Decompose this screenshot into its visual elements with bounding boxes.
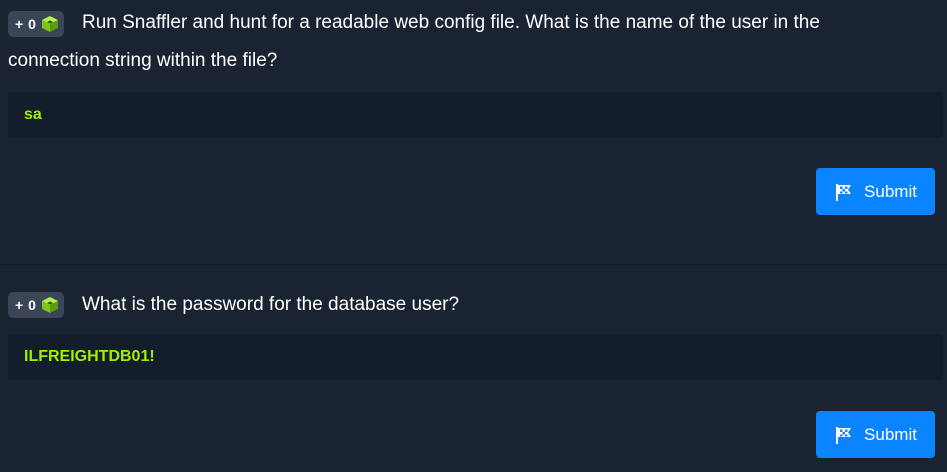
question-card-1: + 0 Run Snaffler and hunt for a readable… bbox=[0, 0, 947, 264]
submit-button-label: Submit bbox=[864, 424, 917, 444]
submit-button[interactable]: Submit bbox=[816, 168, 935, 215]
points-badge-label: + 0 bbox=[15, 297, 37, 313]
question-text: What is the password for the database us… bbox=[82, 294, 460, 315]
answer-field[interactable]: sa bbox=[8, 92, 943, 138]
question-card-2: + 0 What is the password for the databas… bbox=[0, 265, 947, 472]
answer-field[interactable]: ILFREIGHTDB01! bbox=[8, 334, 943, 380]
submit-button[interactable]: Submit bbox=[816, 411, 935, 458]
flag-icon bbox=[836, 183, 852, 201]
flag-icon bbox=[836, 426, 852, 444]
green-cube-icon bbox=[42, 297, 59, 313]
question-text: Run Snaffler and hunt for a readable web… bbox=[8, 12, 820, 71]
points-badge: + 0 bbox=[8, 292, 65, 318]
submit-button-label: Submit bbox=[864, 181, 917, 201]
